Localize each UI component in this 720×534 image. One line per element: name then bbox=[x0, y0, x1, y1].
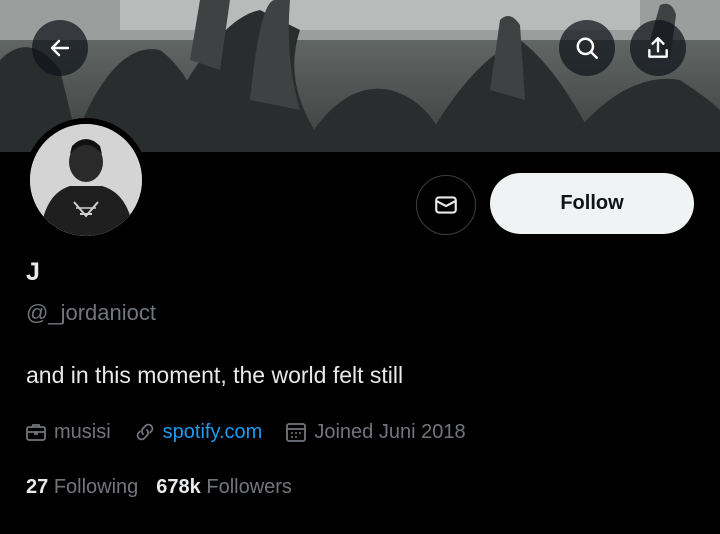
joined-date: Joined Juni 2018 bbox=[314, 420, 466, 443]
share-icon bbox=[648, 37, 668, 58]
link-icon bbox=[136, 423, 153, 441]
calendar-icon bbox=[286, 423, 307, 442]
message-button[interactable] bbox=[416, 175, 476, 235]
profile-meta: musisi spotify.com Joined Juni 2018 bbox=[24, 420, 488, 444]
arrow-left-icon bbox=[50, 39, 70, 57]
share-button[interactable] bbox=[630, 20, 686, 76]
following-count: 27 bbox=[26, 476, 49, 498]
follow-button[interactable]: Follow bbox=[490, 173, 694, 234]
follow-stats: 27 Following 678k Followers bbox=[26, 476, 310, 499]
avatar[interactable] bbox=[24, 118, 148, 242]
meta-joined: Joined Juni 2018 bbox=[284, 420, 466, 444]
briefcase-icon bbox=[26, 424, 46, 441]
category-label: musisi bbox=[54, 420, 111, 443]
bio-text: and in this moment, the world felt still bbox=[26, 362, 404, 388]
followers-count: 678k bbox=[156, 476, 201, 498]
followers-label: Followers bbox=[206, 476, 292, 498]
meta-link[interactable]: spotify.com bbox=[133, 420, 263, 444]
following-label: Following bbox=[53, 476, 139, 498]
search-icon bbox=[576, 37, 598, 59]
user-handle: @_jordanioct bbox=[26, 300, 156, 325]
search-button[interactable] bbox=[559, 20, 615, 76]
back-button[interactable] bbox=[32, 20, 88, 76]
envelope-icon bbox=[435, 196, 457, 214]
avatar-image bbox=[30, 124, 142, 236]
meta-category: musisi bbox=[24, 420, 111, 444]
followers-stat[interactable]: 678k Followers bbox=[156, 476, 292, 499]
website-link[interactable]: spotify.com bbox=[163, 421, 263, 444]
display-name: J bbox=[26, 258, 40, 286]
following-stat[interactable]: 27 Following bbox=[26, 476, 138, 499]
